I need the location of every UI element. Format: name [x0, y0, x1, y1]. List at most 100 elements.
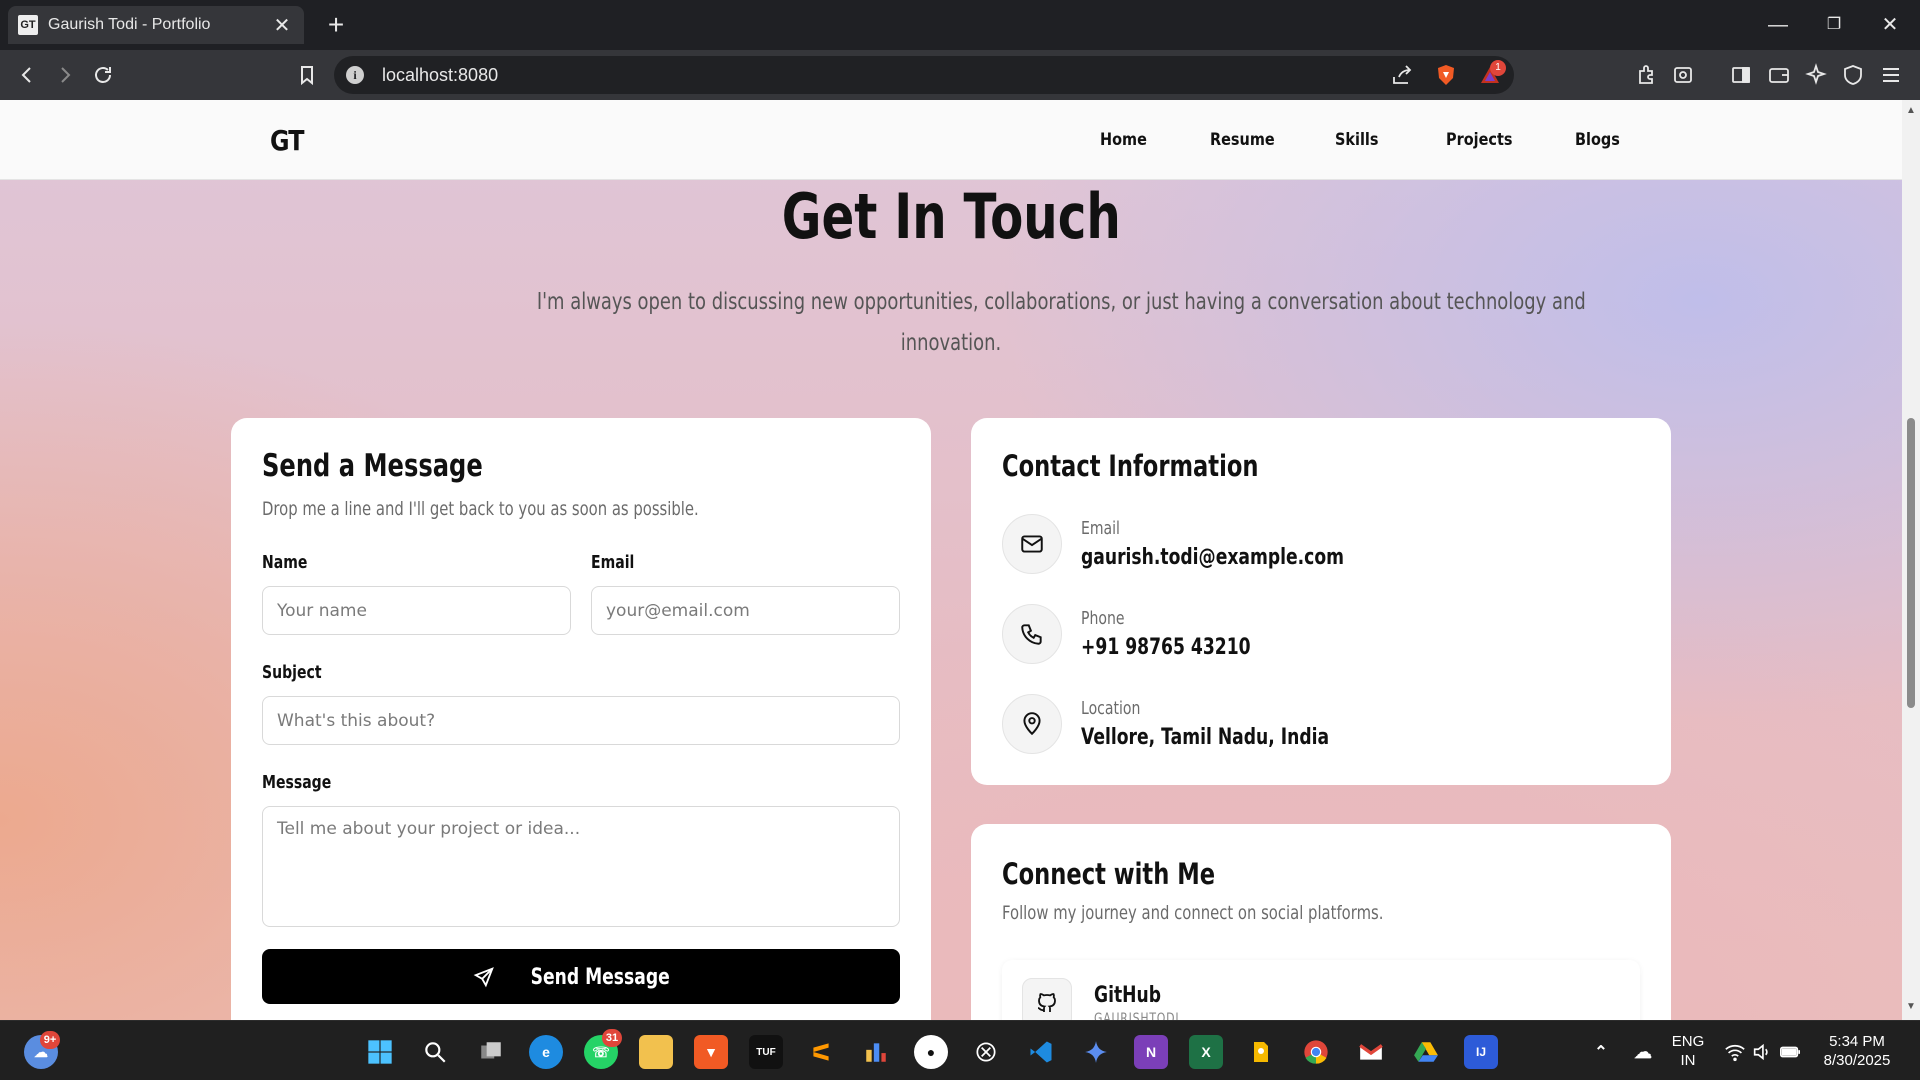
sidebar-toggle-icon[interactable] [1728, 62, 1754, 88]
page-subtitle: I'm always open to discussing new opport… [420, 282, 1586, 364]
task-view-icon[interactable] [474, 1035, 508, 1069]
contact-email-value[interactable]: gaurish.todi@example.com [1081, 544, 1418, 570]
file-explorer-icon[interactable] [639, 1035, 673, 1069]
connect-card: Connect with Me Follow my journey and co… [971, 824, 1671, 1020]
mail-icon [1002, 514, 1062, 574]
tab-favicon-icon: GT [18, 15, 38, 35]
browser-tab[interactable]: GT Gaurish Todi - Portfolio ✕ [8, 6, 304, 44]
show-hidden-icons-chevron-icon[interactable]: ⌃ [1584, 1035, 1618, 1069]
vscode-icon[interactable] [1024, 1035, 1058, 1069]
social-link-github[interactable]: GitHub GAURISHTODI [1002, 960, 1640, 1020]
reload-icon[interactable] [90, 62, 116, 88]
scroll-down-icon[interactable]: ▼ [1906, 1002, 1916, 1012]
search-icon[interactable] [418, 1035, 452, 1069]
send-message-label: Send Message [511, 964, 689, 990]
weather-badge: 9+ [40, 1031, 60, 1049]
message-form-title-text: Send a Message [262, 448, 483, 484]
reader-mode-icon[interactable] [1670, 62, 1696, 88]
vpn-shield-icon[interactable] [1840, 62, 1866, 88]
page-title-text: Get In Touch [781, 180, 1121, 253]
clock-date: 8/30/2025 [1823, 1052, 1891, 1069]
contact-location-value: Vellore, Tamil Nadu, India [1081, 724, 1399, 750]
contact-info-title-text: Contact Information [1002, 449, 1259, 483]
language-code: ENG [1671, 1033, 1705, 1050]
chrome-icon[interactable] [1299, 1035, 1333, 1069]
nav-link-home[interactable]: Home [1100, 130, 1147, 150]
google-drive-icon[interactable] [1409, 1035, 1443, 1069]
site-navbar: GT Home Resume Skills Projects Blogs [0, 100, 1902, 180]
clock[interactable]: 5:34 PM 8/30/2025 [1814, 1032, 1900, 1070]
contact-info-title: Contact Information [1002, 448, 1331, 484]
gemini-icon[interactable] [1079, 1035, 1113, 1069]
github-desktop-icon[interactable]: ● [914, 1035, 948, 1069]
scrollbar-thumb[interactable] [1907, 418, 1915, 708]
close-window-button[interactable]: ✕ [1870, 8, 1910, 42]
site-logo[interactable]: GT [270, 124, 304, 157]
tab-close-icon[interactable]: ✕ [270, 13, 294, 38]
social-name-text: GitHub [1094, 983, 1162, 1008]
social-name: GitHub [1094, 982, 1180, 1008]
minimize-window-button[interactable]: — [1758, 8, 1798, 42]
subject-label-text: Subject [262, 662, 322, 683]
social-handle-text: GAURISHTODI [1094, 1011, 1180, 1020]
leo-ai-icon[interactable] [1803, 62, 1829, 88]
whatsapp-badge: 31 [602, 1029, 622, 1047]
bookmark-icon[interactable] [294, 62, 320, 88]
name-label: Name [262, 552, 320, 574]
message-form-title: Send a Message [262, 448, 545, 484]
contact-phone-label-text: Phone [1081, 608, 1125, 629]
send-plane-icon [473, 966, 494, 987]
address-bar[interactable]: i localhost:8080 [334, 56, 1514, 94]
onenote-icon[interactable]: N [1134, 1035, 1168, 1069]
excel-icon[interactable]: X [1189, 1035, 1223, 1069]
contact-location-label: Location [1081, 698, 1157, 719]
contact-info-card: Contact Information Email gaurish.todi@e… [971, 418, 1671, 785]
nav-link-skills[interactable]: Skills [1335, 130, 1378, 150]
forward-arrow-icon[interactable] [52, 62, 78, 88]
share-icon[interactable] [1390, 63, 1414, 87]
message-form-card: Send a Message Drop me a line and I'll g… [231, 418, 931, 1020]
nav-link-projects[interactable]: Projects [1446, 130, 1512, 150]
rewards-notification-badge: 1 [1490, 60, 1506, 76]
page-subtitle-line1: I'm always open to discussing new opport… [536, 289, 1586, 315]
menu-hamburger-icon[interactable] [1878, 62, 1904, 88]
url-text[interactable]: localhost:8080 [382, 65, 498, 86]
bar-chart-app-icon[interactable] [859, 1035, 893, 1069]
onedrive-icon[interactable]: ☁ [1626, 1035, 1660, 1069]
brave-browser-icon[interactable]: ▼ [694, 1035, 728, 1069]
tuf-app-icon[interactable]: TUF [749, 1035, 783, 1069]
contact-email-label-text: Email [1081, 518, 1120, 539]
chatgpt-icon[interactable] [969, 1035, 1003, 1069]
connect-title: Connect with Me [1002, 856, 1275, 892]
name-input[interactable] [262, 586, 571, 635]
email-label-text: Email [591, 552, 635, 573]
message-label-text: Message [262, 772, 332, 793]
contact-phone-value[interactable]: +91 98765 43210 [1081, 634, 1298, 660]
email-label: Email [591, 552, 647, 574]
language-indicator[interactable]: ENG IN [1666, 1032, 1710, 1070]
sublime-icon[interactable] [804, 1035, 838, 1069]
email-input[interactable] [591, 586, 900, 635]
back-arrow-icon[interactable] [14, 62, 40, 88]
nav-link-resume[interactable]: Resume [1210, 130, 1275, 150]
intellij-icon[interactable]: IJ [1464, 1035, 1498, 1069]
brave-shield-icon[interactable] [1434, 63, 1458, 87]
send-message-button[interactable]: Send Message [262, 949, 900, 1004]
edge-browser-icon[interactable]: e [529, 1035, 563, 1069]
message-label: Message [262, 772, 351, 794]
battery-icon[interactable] [1773, 1035, 1807, 1069]
scroll-up-icon[interactable]: ▲ [1906, 106, 1916, 116]
restore-window-button[interactable]: ❐ [1814, 8, 1854, 42]
message-textarea[interactable] [262, 806, 900, 927]
site-info-icon[interactable]: i [346, 66, 364, 84]
new-tab-button[interactable]: + [320, 8, 352, 42]
wallet-icon[interactable] [1766, 62, 1792, 88]
gmail-icon[interactable] [1354, 1035, 1388, 1069]
page-scrollbar[interactable]: ▲ ▼ [1902, 100, 1920, 1020]
windows-start-icon[interactable] [363, 1035, 397, 1069]
nav-link-blogs[interactable]: Blogs [1575, 130, 1620, 150]
extensions-puzzle-icon[interactable] [1634, 62, 1660, 88]
keep-notes-icon[interactable] [1244, 1035, 1278, 1069]
connect-title-text: Connect with Me [1002, 857, 1216, 891]
subject-input[interactable] [262, 696, 900, 745]
